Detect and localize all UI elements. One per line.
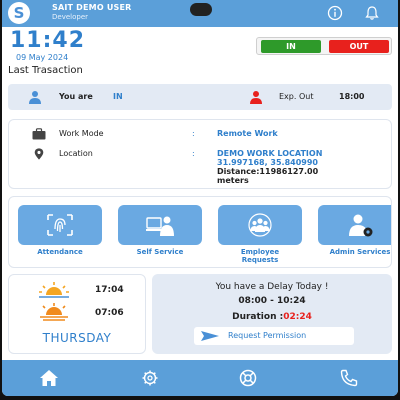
- sunset-time: 07:06: [95, 308, 124, 318]
- user-icon: [29, 91, 41, 104]
- punch-in-button[interactable]: IN: [261, 40, 321, 53]
- sun-times-card: 17:04 07:06 THURSDAY: [8, 274, 146, 354]
- service-label: Employee Requests: [218, 248, 302, 264]
- you-are-label: You are: [59, 92, 93, 101]
- delay-title: You have a Delay Today !: [215, 282, 329, 292]
- delay-time-range: 08:00 - 10:24: [238, 296, 306, 306]
- service-label-line: Requests: [241, 256, 279, 264]
- app-screen: S SAIT DEMO USER Developer 11:42 09 May …: [2, 0, 398, 396]
- phone-icon[interactable]: [339, 369, 359, 387]
- service-employee-requests[interactable]: Employee Requests: [218, 205, 302, 267]
- service-tile: [218, 205, 302, 245]
- bottom-navigation: [2, 360, 398, 396]
- work-info-card: Work Mode : Remote Work Location : DEMO …: [8, 119, 392, 189]
- admin-services-icon: [349, 214, 373, 237]
- fingerprint-icon: [47, 214, 73, 236]
- info-icon[interactable]: [327, 5, 343, 21]
- self-service-icon: [146, 216, 174, 236]
- current-date: 09 May 2024: [16, 53, 69, 62]
- service-tile: [18, 205, 102, 245]
- delay-duration-label: Duration :: [232, 312, 284, 322]
- briefcase-icon: [32, 128, 46, 140]
- request-permission-button[interactable]: Request Permission: [194, 327, 354, 345]
- delay-card: You have a Delay Today ! 08:00 - 10:24 D…: [152, 274, 392, 354]
- app-logo: S: [8, 2, 30, 24]
- service-label: Self Service: [136, 248, 184, 256]
- work-mode-label: Work Mode: [59, 129, 104, 138]
- service-self-service[interactable]: Self Service: [118, 205, 202, 267]
- distance-value: Distance:11986127.00 meters: [217, 167, 318, 185]
- distance-unit: meters: [217, 176, 249, 185]
- front-camera: [190, 3, 212, 16]
- request-permission-label: Request Permission: [228, 331, 307, 340]
- send-icon: [201, 331, 219, 341]
- sunrise-time: 17:04: [95, 285, 124, 295]
- service-tile: [118, 205, 202, 245]
- location-value: DEMO WORK LOCATION 31.997168, 35.840990: [217, 149, 322, 167]
- user-name: SAIT DEMO USER: [52, 3, 132, 12]
- you-are-status: IN: [113, 92, 123, 101]
- bell-icon[interactable]: [364, 5, 380, 21]
- sunrise-icon: [39, 282, 69, 298]
- distance-text: Distance:11986127.00: [217, 167, 319, 176]
- service-label: Attendance: [37, 248, 83, 256]
- service-label: Admin Services: [329, 248, 391, 256]
- settings-icon[interactable]: [140, 369, 160, 387]
- day-of-week: THURSDAY: [42, 331, 112, 345]
- sunset-icon: [40, 303, 68, 321]
- service-admin-services[interactable]: Admin Services: [318, 205, 391, 267]
- employee-requests-icon: [248, 213, 272, 237]
- location-name: DEMO WORK LOCATION: [217, 149, 323, 158]
- service-label-line: Employee: [240, 248, 280, 256]
- user-role: Developer: [52, 13, 89, 21]
- delay-duration: Duration :02:24: [152, 312, 392, 322]
- location-coordinates: 31.997168, 35.840990: [217, 158, 318, 167]
- punch-out-button[interactable]: OUT: [329, 40, 389, 53]
- work-mode-value: Remote Work: [217, 129, 278, 138]
- support-icon[interactable]: [238, 369, 258, 387]
- service-attendance[interactable]: Attendance: [18, 205, 102, 267]
- expected-out-time: 18:00: [339, 92, 365, 101]
- punch-button-group: IN OUT: [256, 37, 392, 55]
- location-pin-icon: [34, 148, 44, 160]
- last-transaction-label: Last Trasaction: [8, 65, 83, 76]
- service-tile: [318, 205, 391, 245]
- home-icon[interactable]: [39, 369, 59, 387]
- expected-out-label: Exp. Out: [279, 92, 314, 101]
- app-header: S SAIT DEMO USER Developer: [2, 0, 398, 27]
- services-carousel: Attendance Self Service Employee Request…: [8, 196, 392, 268]
- attendance-status-bar: You are IN Exp. Out 18:00: [8, 84, 392, 110]
- location-colon: :: [192, 149, 195, 158]
- current-time: 11:42: [10, 28, 86, 53]
- user-out-icon: [250, 91, 262, 104]
- location-label: Location: [59, 149, 93, 158]
- work-mode-colon: :: [192, 129, 195, 138]
- delay-duration-value: 02:24: [283, 312, 312, 322]
